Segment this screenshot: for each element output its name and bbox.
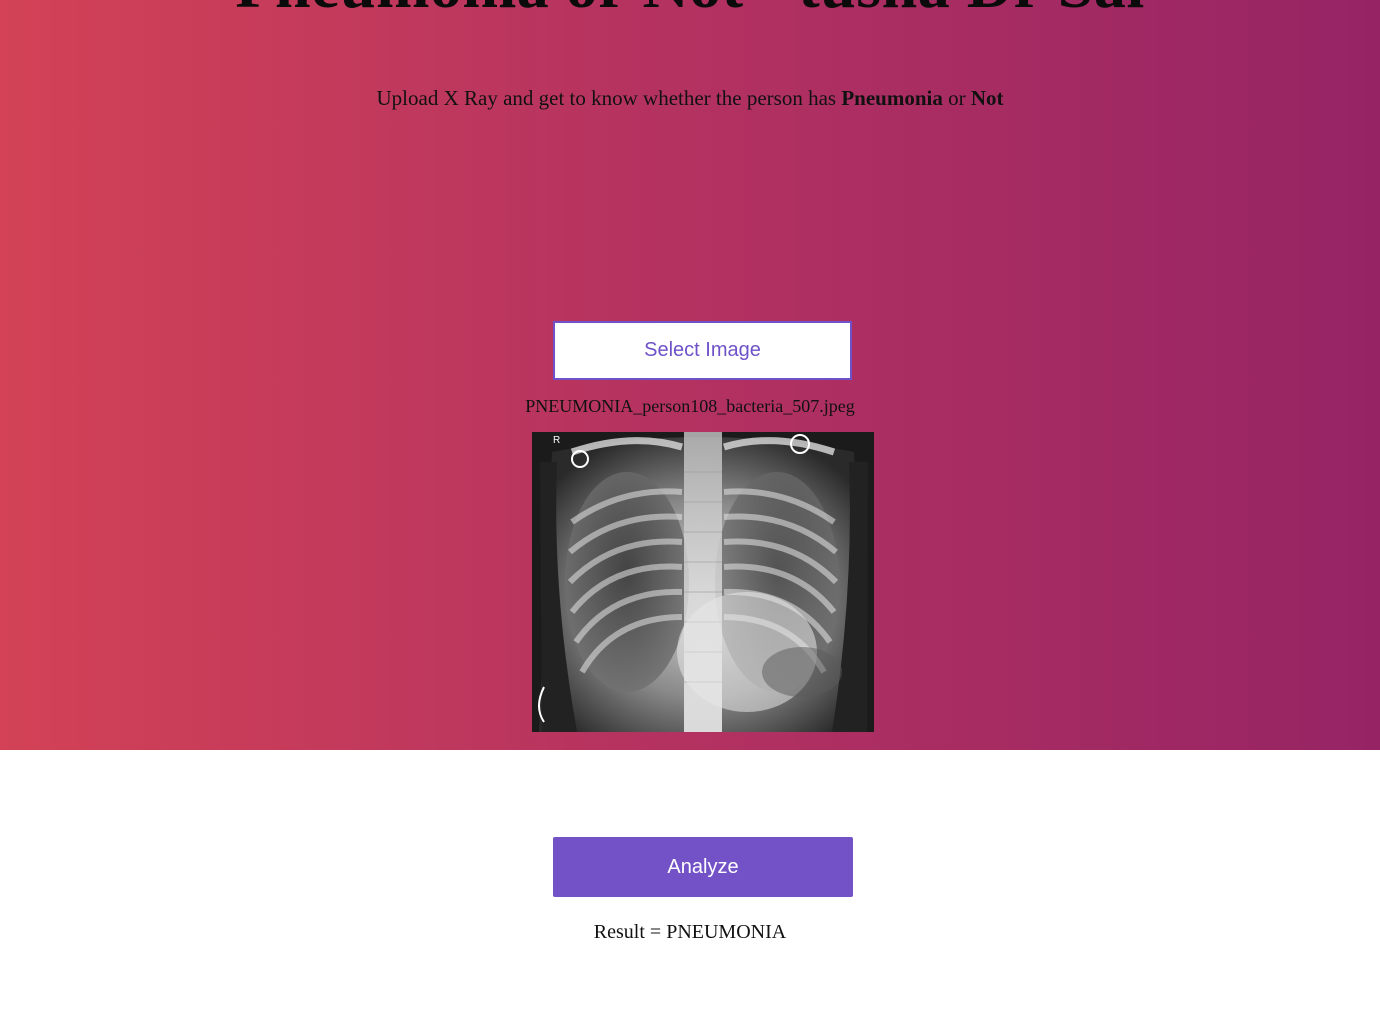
page-title: Pneumonia or Not - tusha Dr Sai (0, 0, 1380, 18)
subtitle-bold-pneumonia: Pneumonia (841, 86, 943, 110)
subtitle-bold-not: Not (970, 86, 1004, 110)
subtitle-or: or (942, 86, 971, 110)
result-text: Result = PNEUMONIA (593, 921, 787, 943)
xray-marker-label: R (553, 435, 560, 446)
hero-section: Pneumonia or Not - tusha Dr Sai Upload X… (0, 0, 1380, 750)
select-image-button[interactable]: Select Image (553, 321, 852, 380)
xray-preview-image: R (532, 432, 874, 732)
page-subtitle: Upload X Ray and get to know whether the… (0, 85, 1380, 111)
analyze-button[interactable]: Analyze (553, 837, 853, 897)
selected-file-name: PNEUMONIA_person108_bacteria_507.jpeg (525, 396, 855, 416)
subtitle-text: Upload X Ray and get to know whether the… (376, 86, 842, 110)
